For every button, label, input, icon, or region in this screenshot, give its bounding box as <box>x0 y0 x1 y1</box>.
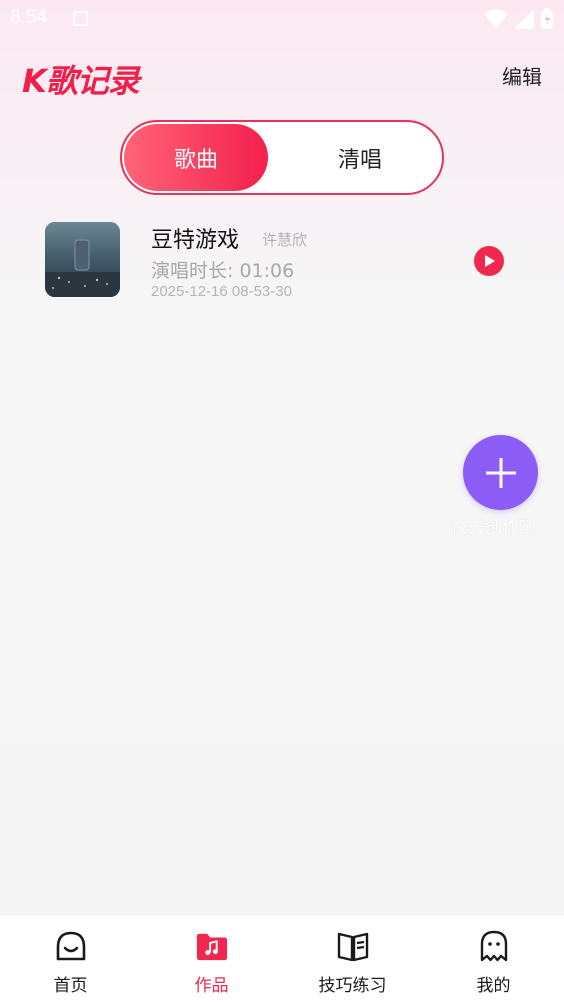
nav-item-works[interactable]: 作品 <box>141 915 282 1004</box>
create-fab-button[interactable] <box>463 435 538 510</box>
status-time: 8:54 <box>10 7 47 28</box>
list-item[interactable]: 豆特游戏 许慧欣 演唱时长: 01:06 2025-12-16 08-53-30 <box>0 212 564 312</box>
nav-label-me: 我的 <box>476 976 511 996</box>
nav-item-me[interactable]: 我的 <box>423 915 564 1004</box>
music-folder-icon <box>195 929 229 963</box>
wifi-icon <box>484 9 508 28</box>
song-date: 2025-12-16 08-53-30 <box>151 283 292 300</box>
nav-label-home: 首页 <box>53 976 88 996</box>
tab-acappella[interactable]: 清唱 <box>280 124 440 191</box>
ghost-icon <box>477 929 511 963</box>
book-icon <box>336 929 370 963</box>
status-icons <box>484 8 554 30</box>
song-artist: 许慧欣 <box>262 231 308 249</box>
play-icon <box>485 255 495 267</box>
status-bar: 8:54 <box>0 0 564 38</box>
home-face-icon <box>54 929 88 963</box>
bottom-nav: 首页 作品 技巧练习 我的 <box>0 914 564 1004</box>
notification-a-icon <box>73 11 88 26</box>
battery-icon <box>541 8 553 29</box>
page-title: K歌记录 <box>22 62 140 100</box>
tab-switch: 歌曲 清唱 <box>120 120 444 195</box>
signal-icon <box>514 9 534 29</box>
nav-item-practice[interactable]: 技巧练习 <box>282 915 423 1004</box>
tab-songs[interactable]: 歌曲 <box>124 124 268 191</box>
album-cover-image <box>45 222 120 297</box>
song-duration: 演唱时长: 01:06 <box>151 260 295 282</box>
song-title: 豆特游戏 <box>151 228 240 253</box>
nav-label-works: 作品 <box>194 976 229 996</box>
nav-item-home[interactable]: 首页 <box>0 915 141 1004</box>
nav-label-practice: 技巧练习 <box>318 976 387 996</box>
fab-label: 快去创作吧 <box>451 518 536 538</box>
plus-icon <box>485 457 516 488</box>
play-button[interactable] <box>474 246 504 276</box>
edit-button[interactable]: 编辑 <box>502 61 542 90</box>
